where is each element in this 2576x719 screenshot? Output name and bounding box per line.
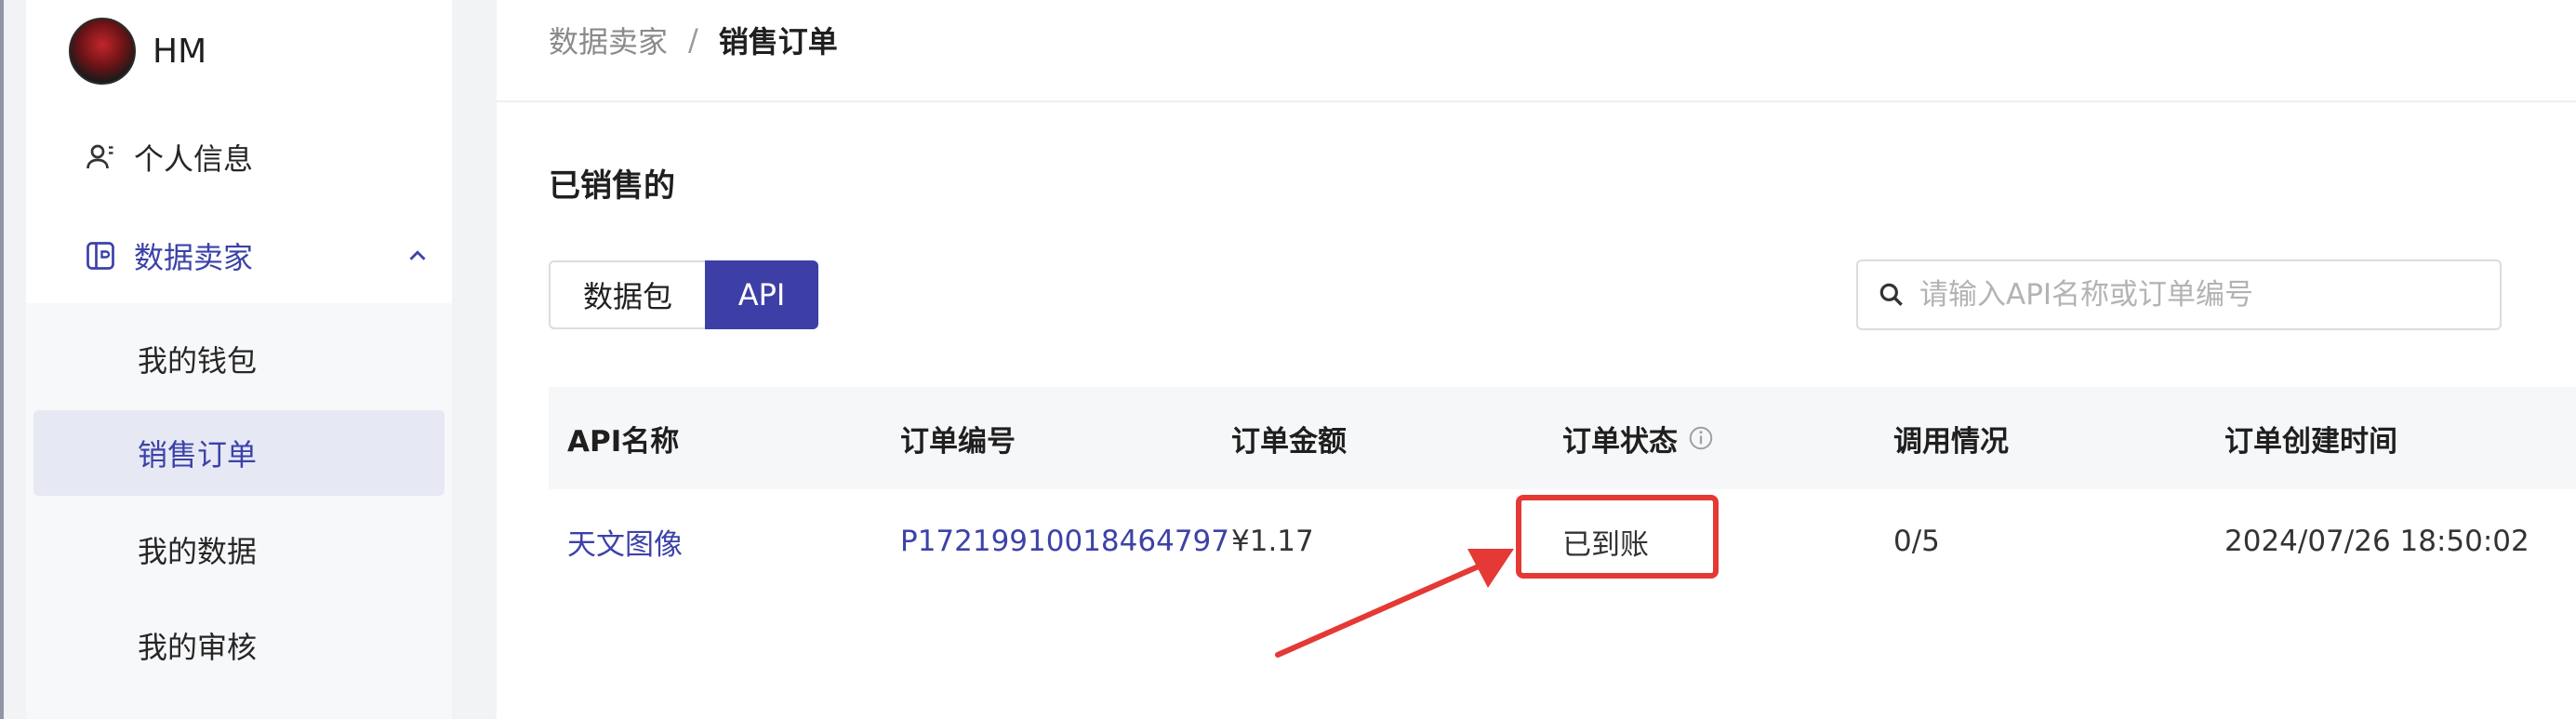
avatar[interactable]	[69, 18, 136, 85]
search-icon	[1879, 283, 1903, 306]
search-box	[1856, 260, 2502, 330]
column-header: API名称	[567, 424, 680, 459]
sidebar-subitem-label: 销售订单	[138, 437, 258, 473]
sidebar-item-seller[interactable]: 数据卖家	[84, 234, 437, 277]
annotation-arrow	[1275, 549, 1514, 658]
header-divider	[497, 100, 2576, 102]
username: HM	[153, 32, 207, 71]
sidebar-item-label: 个人信息	[134, 141, 254, 177]
usage-count: 0/5	[1893, 525, 1940, 558]
breadcrumb-separator: /	[688, 22, 698, 58]
search-input[interactable]	[1918, 277, 2479, 313]
sidebar-item-label: 数据卖家	[134, 240, 254, 275]
sidebar-subitem-my-review[interactable]: 我的审核	[33, 603, 445, 688]
api-name-link[interactable]: 天文图像	[567, 489, 683, 593]
highlight-box	[1516, 495, 1719, 579]
page-title: 已销售的	[549, 167, 675, 205]
sidebar-subitem-label: 我的钱包	[138, 343, 258, 379]
column-header: 订单创建时间	[2224, 424, 2397, 459]
sidebar-subitem-wallet[interactable]: 我的钱包	[33, 316, 445, 402]
sidebar-subitem-label: 我的审核	[138, 630, 258, 665]
column-header-status: 订单状态	[1562, 387, 1715, 489]
sidebar: HM 个人信息 数据卖家 我的钱包 销售订单 我的数据 我的审核	[26, 0, 452, 719]
info-icon[interactable]	[1687, 424, 1715, 452]
tab-api[interactable]: API	[705, 260, 818, 329]
chevron-up-icon[interactable]	[404, 242, 432, 270]
type-tabs: 数据包 API	[549, 260, 818, 329]
sidebar-subitem-label: 我的数据	[138, 534, 258, 569]
sidebar-item-profile[interactable]: 个人信息	[84, 136, 253, 179]
breadcrumb: 数据卖家 / 销售订单	[549, 19, 838, 61]
seller-icon	[86, 242, 114, 270]
user-profile[interactable]: HM	[69, 17, 206, 86]
user-icon	[86, 144, 113, 169]
column-header: 订单状态	[1562, 424, 1678, 459]
sidebar-subitem-sales-orders[interactable]: 销售订单	[33, 410, 445, 496]
order-created-time: 2024/07/26 18:50:02	[2224, 525, 2530, 558]
column-header: 调用情况	[1893, 424, 2009, 459]
order-id-link[interactable]: P17219910018464797	[900, 489, 1229, 593]
sidebar-subitem-my-data[interactable]: 我的数据	[33, 507, 445, 593]
tab-data-package[interactable]: 数据包	[549, 260, 705, 329]
column-header: 订单金额	[1231, 424, 1347, 459]
breadcrumb-current: 销售订单	[718, 24, 838, 60]
column-header: 订单编号	[900, 424, 1016, 459]
window-edge	[0, 0, 4, 719]
table-header: API名称 订单编号 订单金额 订单状态 调用情况 订单创建时间	[549, 387, 2576, 489]
breadcrumb-parent[interactable]: 数据卖家	[549, 19, 668, 61]
